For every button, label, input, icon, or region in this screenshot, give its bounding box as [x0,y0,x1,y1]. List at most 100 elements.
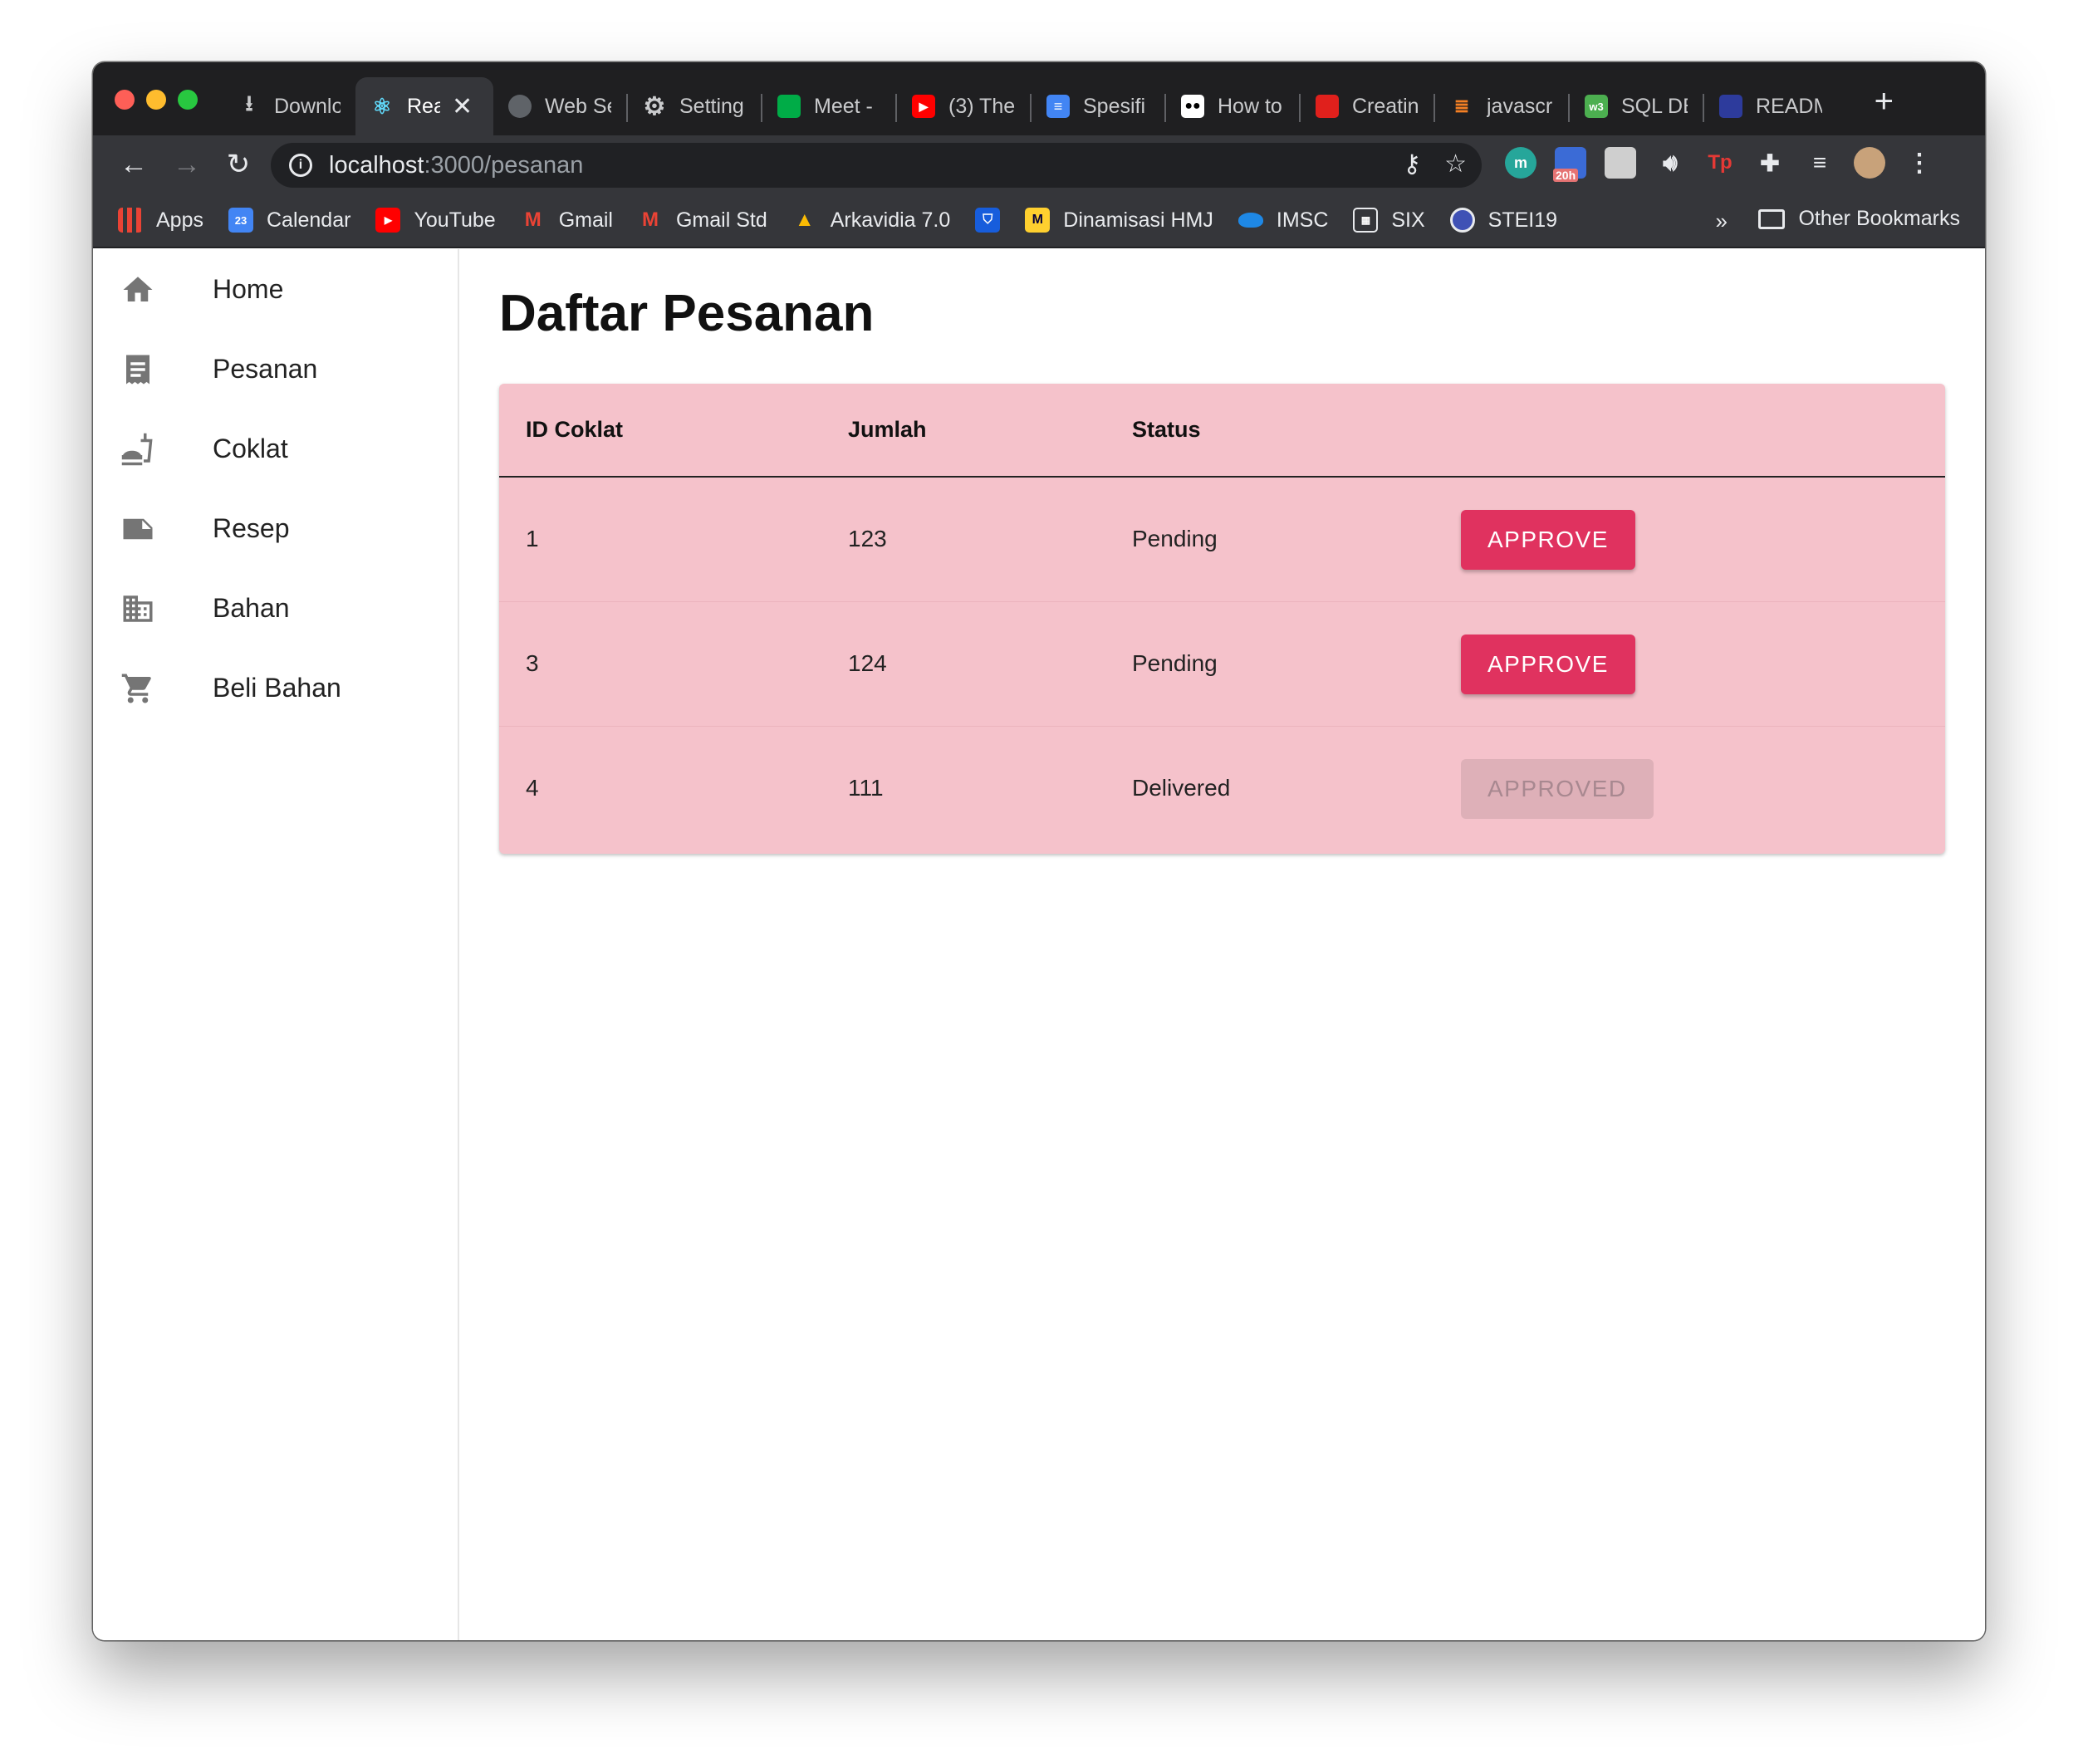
cell-jumlah: 123 [848,526,887,551]
site-info-icon[interactable]: i [289,154,312,177]
close-tab-icon[interactable]: ✕ [452,92,473,121]
sidebar-item-label: Beli Bahan [213,672,341,703]
gmail-icon: M [641,208,659,231]
bookmark-label: Gmail [558,208,613,232]
sidebar-item-label: Coklat [213,433,288,463]
puzzle-icon[interactable]: ✚ [1754,147,1786,179]
sidebar-item-resep[interactable]: Resep [93,488,459,568]
bitwarden-icon: ⛉ [975,208,1001,233]
tab-list: ⭳ Downlo ⚛ Rea ✕ Web Se ⚙ Setting Meet -… [223,77,1860,135]
new-tab-button[interactable]: + [1875,85,1894,118]
tab-medium[interactable]: ●● How to [1166,77,1301,135]
drive-icon: ▲ [794,208,815,231]
sidebar-item-home[interactable]: Home [93,249,459,329]
sidebar-item-label: Home [213,273,284,304]
sidebar-item-bahan[interactable]: Bahan [93,568,459,648]
key-icon[interactable]: ⚷ [1403,149,1421,179]
reload-button[interactable]: ↻ [219,145,257,184]
bookmark-label: Dinamisasi HMJ [1063,208,1213,232]
bookmark-label: IMSC [1276,208,1329,232]
tab-downloads[interactable]: ⭳ Downlo [223,77,355,135]
page-title: Daftar Pesanan [499,285,875,342]
sidebar-item-label: Bahan [213,592,290,623]
bookmark-gmail[interactable]: M Gmail [521,208,613,233]
sidebar-item-label: Resep [213,512,290,543]
browser-window: ⭳ Downlo ⚛ Rea ✕ Web Se ⚙ Setting Meet -… [93,62,1985,1640]
url-host: localhost [329,151,424,179]
cell-status: Pending [1132,650,1218,676]
cell-id-coklat: 4 [526,775,539,801]
tab-youtube[interactable]: ▶ (3) The [897,77,1032,135]
note-icon [123,518,153,540]
avatar[interactable] [1854,147,1885,179]
sidebar-item-beli-bahan[interactable]: Beli Bahan [93,648,459,728]
bookmark-bitwarden[interactable]: ⛉ [975,208,1001,233]
tab-label: Rea [407,94,440,118]
bookmark-arkavidia[interactable]: ▲ Arkavidia 7.0 [792,208,951,233]
menu-kebab-icon[interactable]: ⋮ [1904,147,1935,179]
sidebar-item-coklat[interactable]: Coklat [93,409,459,488]
address-bar-actions: ⚷ ☆ [1403,149,1467,179]
approve-button[interactable]: APPROVE [1461,510,1635,570]
bookmark-star-icon[interactable]: ☆ [1444,149,1467,179]
bookmark-six[interactable]: ▦ SIX [1353,208,1425,233]
tab-strip: ⭳ Downlo ⚛ Rea ✕ Web Se ⚙ Setting Meet -… [93,62,1985,135]
tab-label: javascr [1487,94,1553,118]
bookmark-gmail-std[interactable]: M Gmail Std [638,208,767,233]
tab-react-app[interactable]: ⚛ Rea ✕ [355,77,493,135]
bookmark-label: STEI19 [1487,208,1558,232]
bookmark-dinamisasi-hmj[interactable]: M Dinamisasi HMJ [1025,208,1213,233]
calendar-icon: 23 [228,208,253,233]
close-window-button[interactable] [115,90,135,110]
apps-grid-icon [118,208,143,233]
meet-icon [777,95,801,118]
cell-jumlah: 111 [848,775,884,801]
address-bar[interactable]: i localhost:3000/pesanan ⚷ ☆ [271,143,1482,188]
minimize-window-button[interactable] [146,90,166,110]
cart-icon [121,674,151,703]
bookmarks-overflow-button[interactable]: » [1716,208,1728,234]
oracle-icon [1316,95,1339,118]
url-text[interactable]: localhost:3000/pesanan [329,152,583,179]
tab-readme[interactable]: READM [1704,77,1839,135]
cell-status: Pending [1132,526,1218,551]
stackoverflow-icon: ≣ [1453,96,1470,116]
bookmark-label: YouTube [414,208,496,232]
github-icon [1719,95,1742,118]
other-bookmarks-label: Other Bookmarks [1798,207,1960,230]
forward-button[interactable]: → [168,145,206,184]
tab-label: Web Se [545,94,611,118]
download-icon: ⭳ [245,91,253,115]
extension-tp-icon[interactable]: Tp [1704,147,1736,179]
bookmark-stei19[interactable]: STEI19 [1449,208,1558,233]
back-button[interactable]: ← [115,145,153,184]
extension-square-icon[interactable] [1605,147,1636,179]
tab-stackoverflow[interactable]: ≣ javascr [1435,77,1570,135]
tab-oracle[interactable]: Creatin [1301,77,1435,135]
sidebar-item-pesanan[interactable]: Pesanan [93,329,459,409]
docs-icon: ≡ [1046,95,1070,118]
bookmark-youtube[interactable]: ▶ YouTube [375,208,496,233]
bookmark-apps[interactable]: Apps [118,208,203,233]
media-queue-icon[interactable]: ≡ [1804,147,1835,179]
table-row: 3 124 Pending APPROVE [499,602,1945,727]
extension-m-icon[interactable]: m [1505,147,1536,179]
tab-web-search[interactable]: Web Se [493,77,628,135]
bookmark-label: Arkavidia 7.0 [830,208,951,232]
cell-status: Delivered [1132,775,1231,801]
bookmark-calendar[interactable]: 23 Calendar [228,208,350,233]
tab-docs[interactable]: ≡ Spesifi [1032,77,1166,135]
tab-meet[interactable]: Meet - [762,77,897,135]
other-bookmarks-folder[interactable]: Other Bookmarks [1758,207,1960,231]
sidebar: Home Pesanan Coklat Resep Bahan Beli Bah… [93,249,459,1640]
tab-settings[interactable]: ⚙ Setting [628,77,762,135]
tab-w3schools[interactable]: w3 SQL DE [1570,77,1704,135]
calendar-extension-icon[interactable]: 20h [1553,147,1586,182]
bookmark-imsc[interactable]: IMSC [1237,208,1329,233]
tab-label: Meet - [814,94,873,118]
approve-button[interactable]: APPROVE [1461,635,1635,694]
tab-label: Creatin [1352,94,1419,118]
maximize-window-button[interactable] [178,90,198,110]
url-path: :3000/pesanan [424,151,584,179]
speaker-icon[interactable]: 🔊︎ [1654,147,1686,179]
